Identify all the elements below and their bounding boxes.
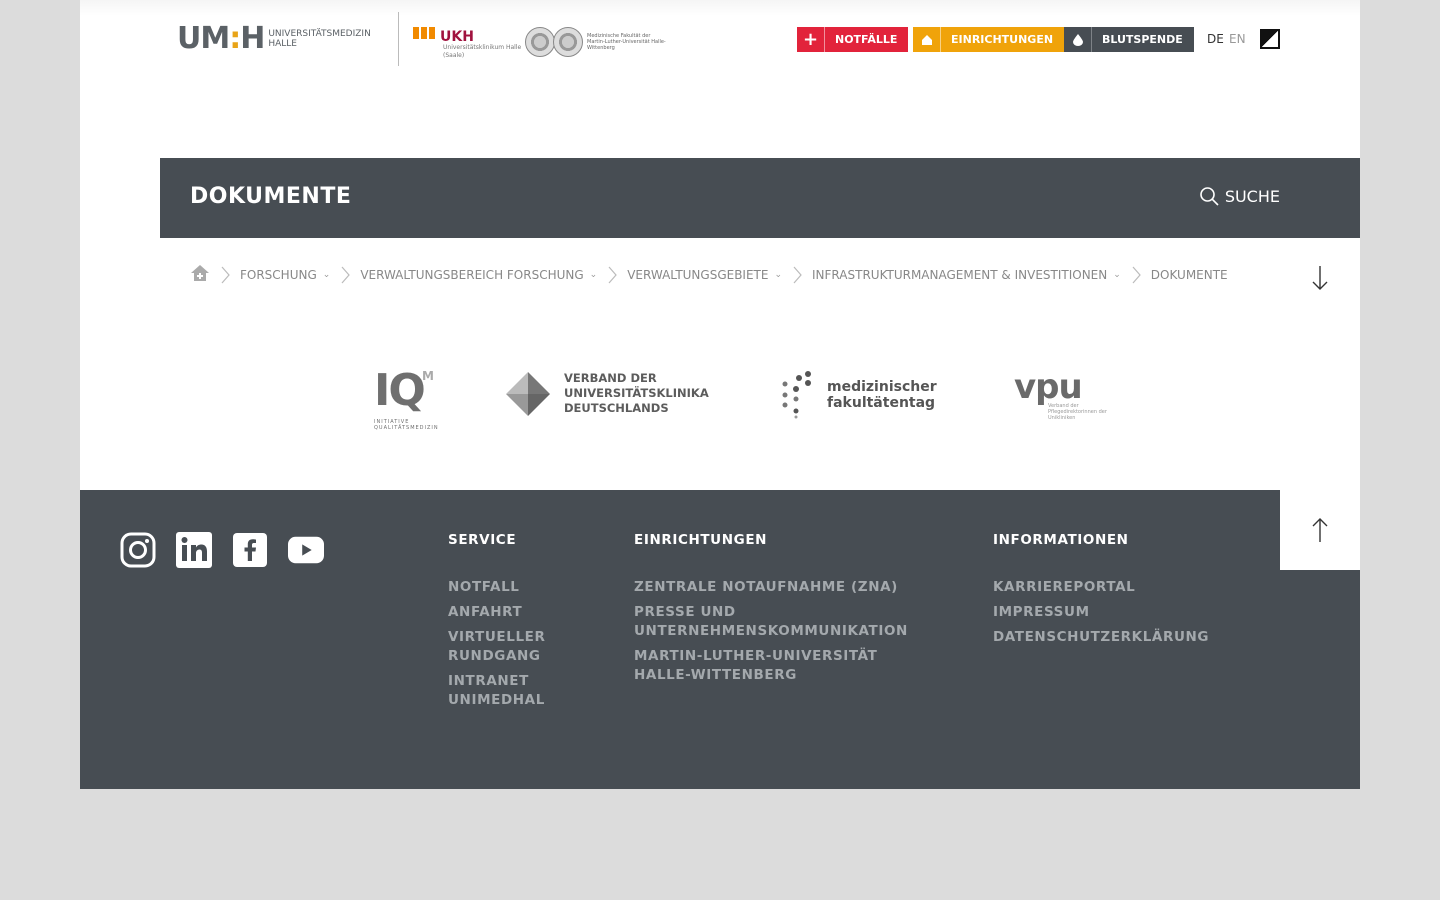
social-links [120,532,324,568]
facebook-icon[interactable] [232,532,268,568]
footer-link-impressum[interactable]: IMPRESSUM [993,603,1243,622]
breadcrumb-label: VERWALTUNGSGEBIETE [627,267,769,282]
breadcrumb-separator-icon [608,266,618,283]
language-de-link[interactable]: DE [1207,32,1224,46]
vud-emblem-icon [506,371,550,416]
house-icon [913,27,941,52]
plus-icon: + [797,27,825,52]
page-title-bar: DOKUMENTE SUCHE [160,158,1360,238]
chevron-down-icon[interactable]: ⌄ [774,270,782,280]
breadcrumb-label: FORSCHUNG [240,267,317,282]
breadcrumb-separator-icon [341,266,351,283]
footer-heading-einrichtungen: EINRICHTUNGEN [634,532,768,548]
instagram-icon[interactable] [120,532,156,568]
chevron-down-icon[interactable]: ⌄ [1113,270,1121,280]
footer-link-karriereportal[interactable]: KARRIEREPORTAL [993,578,1243,597]
vpu-wordmark: vpu [1014,367,1083,407]
logo-um-mark: UM:H [177,21,265,56]
seal-icon [553,27,583,57]
footer-link-presse[interactable]: PRESSE UND UNTERNEHMENSKOMMUNIKATION [634,603,924,641]
logo-divider [398,12,399,66]
arrow-up-icon [1312,518,1328,542]
breadcrumb: FORSCHUNG ⌄ VERWALTUNGSBEREICH FORSCHUNG ⌄… [190,264,1228,285]
breadcrumb-item-infrastrukturmanagement[interactable]: INFRASTRUKTURMANAGEMENT & INVESTITIONEN ⌄ [812,268,1121,282]
blutspende-label: BLUTSPENDE [1102,33,1183,46]
footer-link-notfall[interactable]: NOTFALL [448,578,588,597]
breadcrumb-label: DOKUMENTE [1150,267,1228,282]
breadcrumb-label: INFRASTRUKTURMANAGEMENT & INVESTITIONEN [812,267,1108,282]
logo-ukh[interactable]: UKH Universitätsklinikum Halle (Saale) [413,26,521,59]
back-to-top-button[interactable] [1280,490,1360,570]
linkedin-icon[interactable] [176,532,212,568]
blutspende-button[interactable]: BLUTSPENDE [1064,27,1194,52]
breadcrumb-separator-icon [793,266,802,283]
einrichtungen-label: EINRICHTUNGEN [951,33,1054,46]
logo-vpu[interactable]: vpu Verband der Pflegedirektorinnen der … [1014,367,1107,421]
logo-universitaetsmedizin-halle[interactable]: UM:H UNIVERSITÄTSMEDIZIN HALLE [177,24,371,54]
footer-link-virtueller-rundgang[interactable]: VIRTUELLER RUNDGANG [448,628,588,666]
page-title: DOKUMENTE [190,184,352,209]
youtube-icon[interactable] [288,532,324,568]
breadcrumb-item-current: DOKUMENTE [1151,268,1228,282]
vud-line2: UNIVERSITÄTSKLINIKA [564,386,709,400]
search-button[interactable]: SUCHE [1199,186,1280,206]
footer-heading-informationen: INFORMATIONEN [993,532,1129,548]
top-edge [80,0,1360,16]
language-en-link[interactable]: EN [1229,32,1246,46]
seal-icon [525,27,555,57]
chevron-down-icon[interactable]: ⌄ [590,270,598,280]
breadcrumb-label: VERWALTUNGSBEREICH FORSCHUNG [360,267,584,282]
logo-um-text: UNIVERSITÄTSMEDIZIN HALLE [268,29,371,49]
footer-link-anfahrt[interactable]: ANFAHRT [448,603,588,622]
search-label: SUCHE [1224,186,1280,206]
logo-medizinische-fakultaet[interactable]: Medizinische Fakultät der Martin-Luther-… [525,27,667,57]
logo-um-text-line1: UNIVERSITÄTSMEDIZIN [268,29,371,39]
footer-link-zna[interactable]: ZENTRALE NOTAUFNAHME (ZNA) [634,578,924,597]
chevron-down-icon[interactable]: ⌄ [323,270,331,280]
footer-link-datenschutz[interactable]: DATENSCHUTZERKLÄRUNG [993,628,1243,647]
arrow-down-icon[interactable] [1310,264,1330,292]
iqm-subtitle: INITIATIVE QUALITÄTSMEDIZIN [374,419,439,431]
logo-mft[interactable]: medizinischer fakultätentag [779,371,937,419]
mft-dots-icon [782,371,811,419]
home-icon[interactable] [190,264,210,285]
footer-heading-service: SERVICE [448,532,517,548]
breadcrumb-item-verwaltungsgebiete[interactable]: VERWALTUNGSGEBIETE ⌄ [627,268,782,282]
footer-column-einrichtungen: EINRICHTUNGEN ZENTRALE NOTAUFNAHME (ZNA)… [634,532,924,691]
logo-iqm[interactable]: IQ M INITIATIVE QUALITÄTSMEDIZIN [374,369,444,432]
blood-drop-icon [1064,27,1092,52]
logo-vud[interactable]: VERBAND DER UNIVERSITÄTSKLINIKA DEUTSCHL… [506,371,709,416]
mft-line1: medizinischer [827,379,937,395]
mft-line2: fakultätentag [827,395,936,411]
logo-um-text-line2: HALLE [268,39,297,49]
breadcrumb-item-forschung[interactable]: FORSCHUNG ⌄ [240,268,330,282]
breadcrumb-item-verwaltungsbereich[interactable]: VERWALTUNGSBEREICH FORSCHUNG ⌄ [360,268,597,282]
vud-text: VERBAND DER UNIVERSITÄTSKLINIKA DEUTSCHL… [564,371,709,416]
mft-text: medizinischer fakultätentag [827,379,937,411]
footer-link-intranet[interactable]: INTRANET UNIMEDHAL [448,672,588,710]
footer-link-mlu[interactable]: MARTIN-LUTHER-UNIVERSITÄT HALLE-WITTENBE… [634,647,924,685]
vud-line1: VERBAND DER [564,371,657,385]
notfaelle-label: NOTFÄLLE [835,33,898,46]
vpu-subtitle: Verband der Pflegedirektorinnen der Unik… [1048,403,1107,421]
iqm-sup: M [422,369,434,383]
breadcrumb-separator-icon [221,266,230,283]
ukh-subtitle: Universitätsklinikum Halle (Saale) [443,44,522,59]
notfaelle-button[interactable]: + NOTFÄLLE [797,27,909,52]
search-icon [1200,187,1219,206]
ukh-bars-icon [413,27,435,39]
partner-logos: IQ M INITIATIVE QUALITÄTSMEDIZIN VERBAND… [0,365,1440,445]
footer-column-informationen: INFORMATIONEN KARRIEREPORTAL IMPRESSUM D… [993,532,1243,653]
contrast-toggle-icon[interactable] [1260,29,1280,49]
mlu-text: Medizinische Fakultät der Martin-Luther-… [587,33,666,51]
vud-line3: DEUTSCHLANDS [564,401,669,415]
ukh-wordmark: UKH [440,29,474,45]
einrichtungen-button[interactable]: EINRICHTUNGEN [913,27,1065,52]
breadcrumb-separator-icon [1132,266,1141,283]
footer-column-service: SERVICE NOTFALL ANFAHRT VIRTUELLER RUNDG… [448,532,588,716]
